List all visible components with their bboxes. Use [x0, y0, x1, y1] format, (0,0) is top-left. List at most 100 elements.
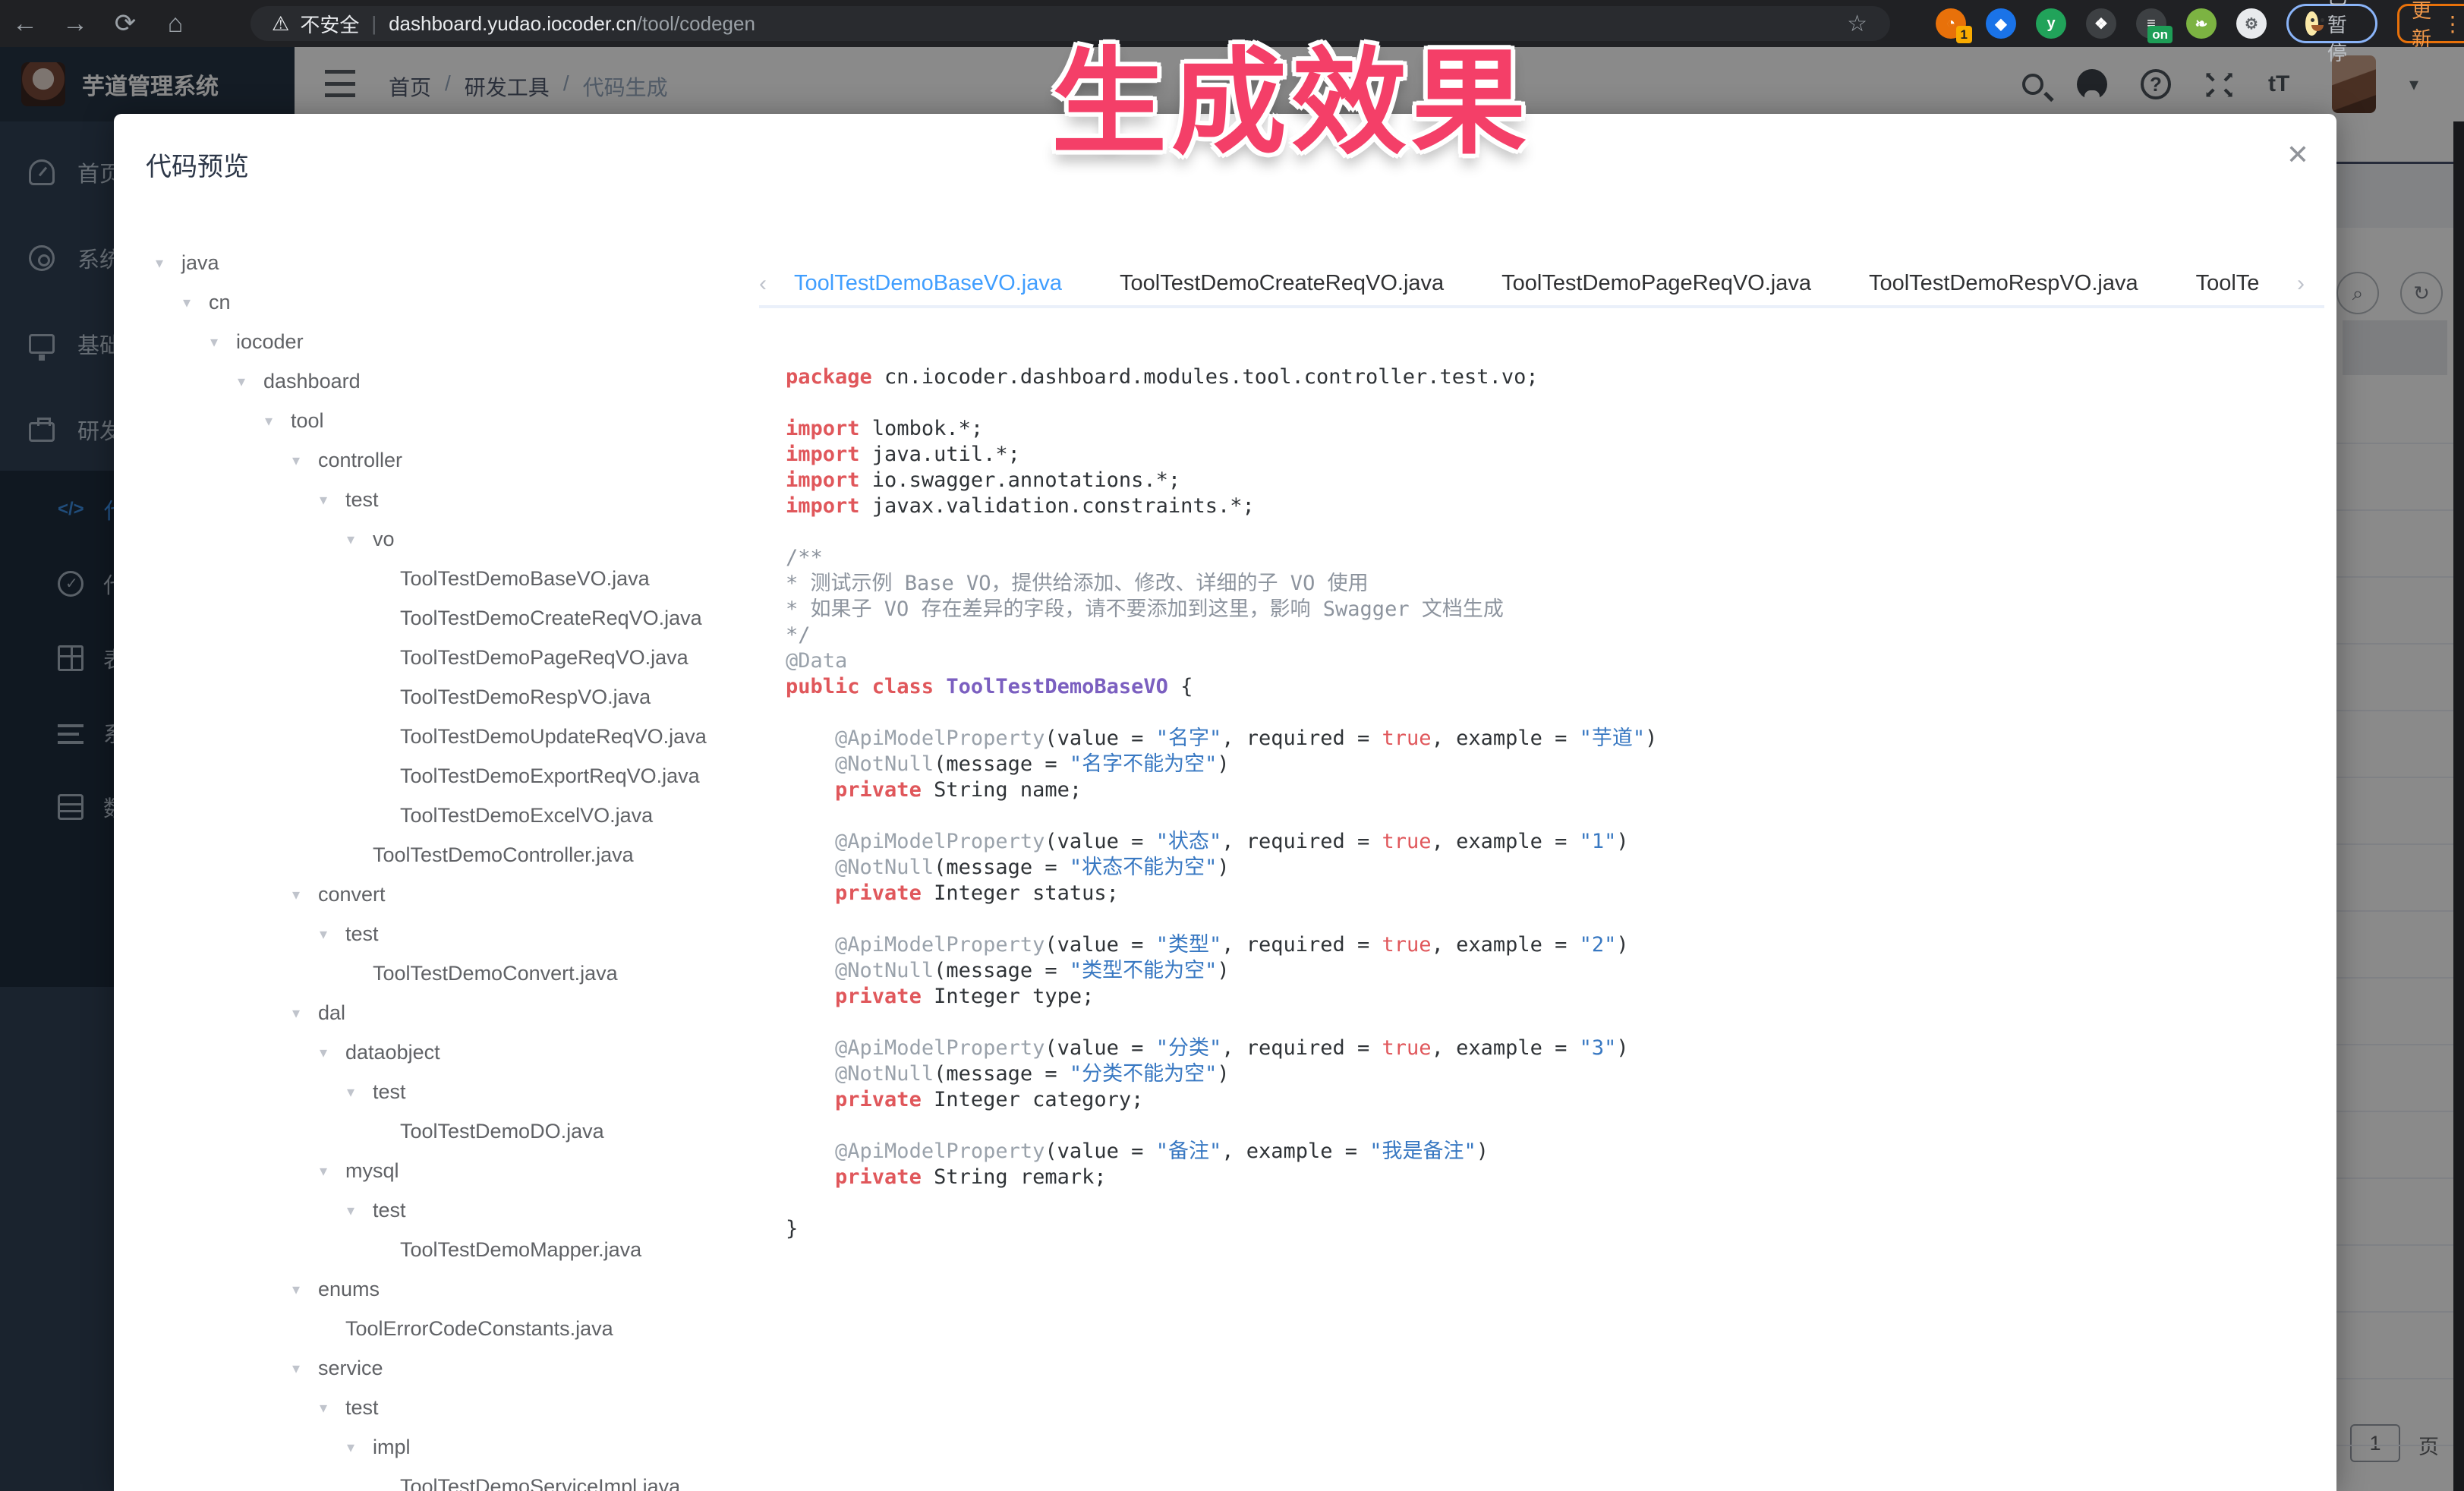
caret-down-icon[interactable]: ▾: [265, 411, 282, 430]
tree-folder[interactable]: ▾dashboard: [137, 361, 759, 401]
tree-folder[interactable]: ▾dataobject: [137, 1032, 759, 1072]
code-line: }: [786, 1216, 2304, 1242]
caret-down-icon[interactable]: ▾: [320, 490, 336, 509]
caret-down-icon[interactable]: ▾: [320, 1043, 336, 1062]
code-line: @ApiModelProperty(value = "类型", required…: [786, 932, 2304, 958]
tree-node-label: tool: [291, 409, 324, 433]
code-line: private Integer category;: [786, 1087, 2304, 1113]
caret-down-icon[interactable]: ▾: [292, 451, 309, 470]
tree-folder[interactable]: ▾ impl: [137, 1427, 759, 1467]
tree-node-label: ToolTestDemoExportReqVO.java: [400, 764, 700, 788]
file-tab[interactable]: ToolTestDemoRespVO.java: [1869, 271, 2138, 304]
tree-file[interactable]: ToolTestDemoExcelVO.java: [137, 796, 759, 835]
tree-file[interactable]: ToolTestDemoCreateReqVO.java: [137, 598, 759, 638]
tree-node-label: test: [345, 1396, 379, 1420]
tree-file[interactable]: ToolTestDemoDO.java: [137, 1111, 759, 1151]
code-line: [786, 519, 2304, 545]
tree-file[interactable]: ToolTestDemoBaseVO.java: [137, 559, 759, 598]
tree-folder[interactable]: ▾cn: [137, 282, 759, 322]
tree-folder[interactable]: ▾mysql: [137, 1151, 759, 1190]
caret-down-icon[interactable]: ▾: [292, 1004, 309, 1023]
tree-file[interactable]: ToolErrorCodeConstants.java: [137, 1309, 759, 1348]
tree-folder[interactable]: ▾service: [137, 1348, 759, 1388]
caret-down-icon[interactable]: ▾: [320, 925, 336, 944]
tree-folder[interactable]: ▾ test: [137, 1072, 759, 1111]
url-path: /tool/codegen: [637, 12, 755, 36]
code-line: import javax.validation.constraints.*;: [786, 493, 2304, 519]
caret-down-icon[interactable]: ▾: [292, 1280, 309, 1299]
scrollbar[interactable]: [2453, 121, 2464, 1491]
tree-folder[interactable]: ▾enums: [137, 1269, 759, 1309]
close-icon[interactable]: ✕: [2286, 141, 2309, 169]
bookmark-star-icon[interactable]: ☆: [1847, 11, 1867, 37]
file-tab[interactable]: ToolTestDemoBaseVO.java: [794, 271, 1062, 304]
tree-file[interactable]: ToolTestDemoPageReqVO.java: [137, 638, 759, 677]
code-line: [786, 1190, 2304, 1216]
caret-down-icon[interactable]: ▾: [292, 885, 309, 904]
tree-file[interactable]: ToolTestDemoController.java: [137, 835, 759, 875]
file-tab[interactable]: ToolTe: [2196, 271, 2260, 304]
diamond-grid-extension-icon[interactable]: ❖: [2086, 8, 2116, 39]
tree-folder[interactable]: ▾controller: [137, 440, 759, 480]
tree-folder[interactable]: ▾ tool: [137, 401, 759, 440]
reload-icon[interactable]: ⟳: [100, 8, 150, 39]
caret-down-icon[interactable]: ▾: [347, 1083, 364, 1102]
puzzle-extension-icon[interactable]: ⚙: [2236, 8, 2267, 39]
code-line: private String name;: [786, 777, 2304, 803]
tree-node-label: impl: [373, 1436, 411, 1459]
tree-file[interactable]: ToolTestDemoConvert.java: [137, 954, 759, 993]
tree-node-label: ToolErrorCodeConstants.java: [345, 1317, 613, 1341]
file-tabs-bar: ‹ ToolTestDemoBaseVO.java ToolTestDemoCre…: [759, 260, 2324, 308]
tabs-next-icon[interactable]: ›: [2297, 271, 2324, 297]
green-y-extension-icon[interactable]: y: [2036, 8, 2066, 39]
tree-file[interactable]: ToolTestDemoRespVO.java: [137, 677, 759, 717]
extension-badge: on: [2147, 26, 2173, 43]
tree-folder[interactable]: ▾test: [137, 914, 759, 954]
caret-down-icon[interactable]: ▾: [292, 1359, 309, 1378]
caret-down-icon[interactable]: ▾: [156, 254, 172, 273]
tree-node-label: test: [373, 1080, 406, 1104]
tree-folder[interactable]: ▾vo: [137, 519, 759, 559]
tree-file[interactable]: ToolTestDemoMapper.java: [137, 1230, 759, 1269]
file-tab[interactable]: ToolTestDemoPageReqVO.java: [1501, 271, 1811, 304]
caret-down-icon[interactable]: ▾: [320, 1398, 336, 1417]
caret-down-icon[interactable]: ▾: [347, 1438, 364, 1457]
caret-down-icon[interactable]: ▾: [320, 1162, 336, 1181]
file-tab[interactable]: ToolTestDemoCreateReqVO.java: [1120, 271, 1444, 304]
tree-folder[interactable]: ▾convert: [137, 875, 759, 914]
code-line: @ApiModelProperty(value = "分类", required…: [786, 1036, 2304, 1061]
code-line: * 如果子 VO 存在差异的字段，请不要添加到这里，影响 Swagger 文档生…: [786, 597, 2304, 623]
tree-folder[interactable]: ▾ test: [137, 1388, 759, 1427]
update-button[interactable]: 更新 ⋮: [2397, 4, 2464, 43]
code-line: */: [786, 623, 2304, 648]
tree-file[interactable]: ToolTestDemoUpdateReqVO.java: [137, 717, 759, 756]
home-icon[interactable]: ⌂: [150, 9, 200, 39]
caret-down-icon[interactable]: ▾: [183, 293, 200, 312]
tree-file[interactable]: ToolTestDemoServiceImpl.java: [137, 1467, 759, 1491]
code-line: import java.util.*;: [786, 442, 2304, 468]
security-warning-icon[interactable]: ⚠: [272, 12, 289, 36]
tabs-prev-icon[interactable]: ‹: [759, 271, 786, 297]
caret-down-icon[interactable]: ▾: [210, 333, 227, 351]
list-extension-icon[interactable]: ≡on: [2136, 8, 2166, 39]
caret-down-icon[interactable]: ▾: [347, 530, 364, 549]
tree-folder[interactable]: ▾java: [137, 243, 759, 282]
tree-file[interactable]: ToolTestDemoExportReqVO.java: [137, 756, 759, 796]
tree-folder[interactable]: ▾test: [137, 1190, 759, 1230]
paused-pill[interactable]: 已暂停: [2286, 4, 2377, 43]
gem-extension-icon[interactable]: ◆: [1986, 8, 2016, 39]
tree-node-label: ToolTestDemoController.java: [373, 843, 634, 867]
code-line: @ApiModelProperty(value = "备注", example …: [786, 1139, 2304, 1165]
leaf-extension-icon[interactable]: ❧: [2186, 8, 2217, 39]
tree-folder[interactable]: ▾dal: [137, 993, 759, 1032]
caret-down-icon[interactable]: ▾: [347, 1201, 364, 1220]
kebab-menu-icon[interactable]: ⋮: [2442, 11, 2463, 36]
orange-extension-icon[interactable]: ◔1: [1936, 8, 1966, 39]
tree-folder[interactable]: ▾test: [137, 480, 759, 519]
code-line: @ApiModelProperty(value = "名字", required…: [786, 726, 2304, 752]
caret-down-icon[interactable]: ▾: [238, 372, 254, 391]
update-label: 更新: [2412, 0, 2431, 52]
forward-icon[interactable]: →: [50, 9, 100, 39]
back-icon[interactable]: ←: [0, 9, 50, 39]
tree-folder[interactable]: ▾iocoder: [137, 322, 759, 361]
